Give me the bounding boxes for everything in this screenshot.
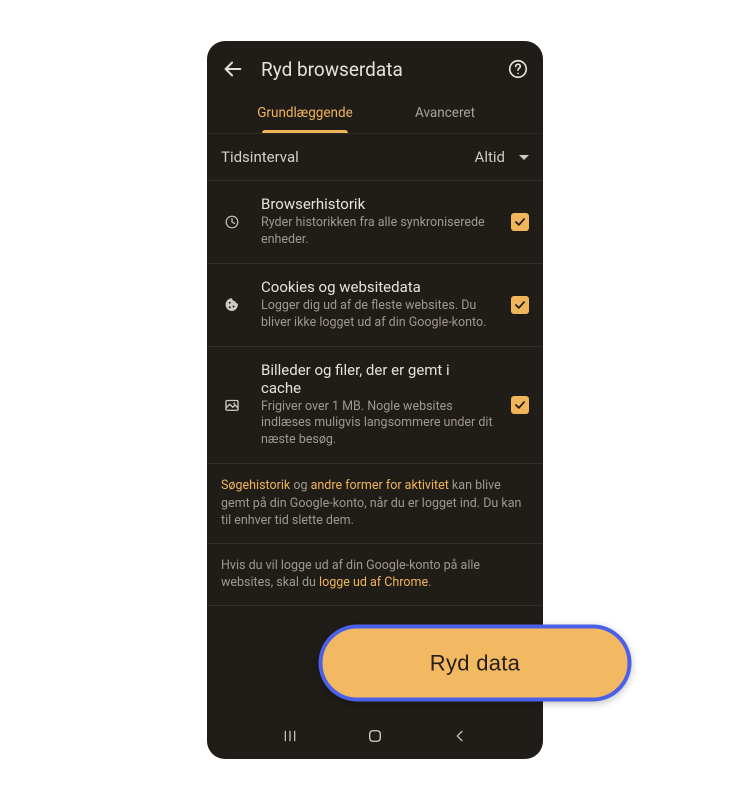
item-desc: Ryder historikken fra alle synkronisered… [261, 215, 493, 249]
checkbox-cookies[interactable] [511, 296, 529, 314]
list-item-history[interactable]: Browserhistorik Ryder historikken fra al… [207, 180, 543, 263]
link-search-history[interactable]: Søgehistorik [221, 478, 290, 493]
item-text: Browserhistorik Ryder historikken fra al… [261, 195, 493, 249]
time-range-value: Altid [475, 148, 505, 166]
help-icon[interactable] [507, 58, 529, 80]
clock-icon [221, 211, 243, 233]
link-other-activity[interactable]: andre former for aktivitet [311, 478, 449, 493]
tabs: Grundlæggende Avanceret [207, 95, 543, 133]
time-range-row: Tidsinterval Altid [207, 133, 543, 180]
data-type-list: Browserhistorik Ryder historikken fra al… [207, 180, 543, 463]
checkbox-history[interactable] [511, 213, 529, 231]
image-icon [221, 394, 243, 416]
tab-advanced[interactable]: Avanceret [375, 95, 515, 133]
item-title: Browserhistorik [261, 195, 493, 213]
back-button[interactable] [449, 725, 471, 747]
checkbox-cache[interactable] [511, 396, 529, 414]
clear-data-button[interactable]: Ryd data [319, 625, 632, 702]
header: Ryd browserdata [207, 41, 543, 95]
list-item-cookies[interactable]: Cookies og websitedata Logger dig ud af … [207, 263, 543, 346]
item-desc: Logger dig ud af de fleste websites. Du … [261, 298, 493, 332]
item-desc: Frigiver over 1 MB. Nogle websites indlæ… [261, 399, 493, 450]
page-title: Ryd browserdata [261, 58, 491, 81]
recents-button[interactable] [279, 725, 301, 747]
info-signout: Hvis du vil logge ud af din Google-konto… [207, 543, 543, 605]
time-range-label: Tidsinterval [221, 148, 299, 166]
home-button[interactable] [364, 725, 386, 747]
back-arrow-icon[interactable] [221, 57, 245, 81]
item-title: Billeder og filer, der er gemt i cache [261, 361, 493, 397]
list-item-cache[interactable]: Billeder og filer, der er gemt i cache F… [207, 346, 543, 464]
item-text: Cookies og websitedata Logger dig ud af … [261, 278, 493, 332]
chevron-down-icon [519, 155, 529, 160]
info-search-history: Søgehistorik og andre former for aktivit… [207, 463, 543, 543]
link-signout-chrome[interactable]: logge ud af Chrome [319, 575, 428, 590]
item-text: Billeder og filer, der er gemt i cache F… [261, 361, 493, 450]
item-title: Cookies og websitedata [261, 278, 493, 296]
cookie-icon [221, 294, 243, 316]
android-nav-bar [207, 715, 543, 759]
time-range-dropdown[interactable]: Altid [475, 148, 529, 166]
tab-basic[interactable]: Grundlæggende [235, 95, 375, 133]
